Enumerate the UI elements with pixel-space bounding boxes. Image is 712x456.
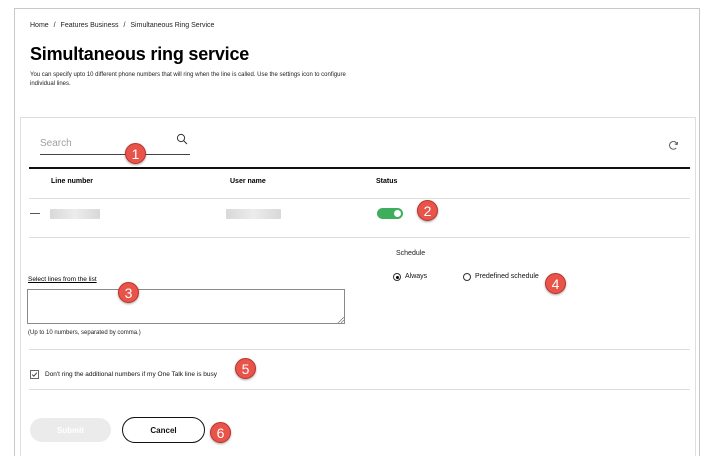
busy-checkbox[interactable] — [30, 370, 39, 379]
page-frame-left — [14, 8, 15, 456]
page-frame-top — [14, 8, 700, 9]
status-toggle[interactable] — [377, 208, 403, 219]
resize-grip-icon[interactable] — [338, 317, 344, 323]
breadcrumb-separator: / — [123, 22, 126, 29]
breadcrumb: Home / Features Business / Simultaneous … — [30, 22, 217, 29]
select-lines-link[interactable]: Select lines from the list — [28, 276, 97, 283]
page-title: Simultaneous ring service — [30, 44, 250, 64]
cancel-button[interactable]: Cancel — [122, 417, 205, 443]
table-header-divider — [29, 167, 690, 169]
callout-badge-2: 2 — [417, 200, 438, 221]
column-header-line-number: Line number — [51, 178, 94, 185]
radio-always-label: Always — [405, 273, 428, 280]
radio-predefined-schedule[interactable] — [463, 273, 471, 281]
search-box — [40, 132, 190, 155]
row-expand-dash — [30, 213, 40, 214]
section-divider — [29, 389, 690, 390]
table-row-divider — [29, 198, 690, 199]
submit-button[interactable]: Submit — [30, 418, 111, 442]
phone-numbers-textarea[interactable] — [27, 289, 345, 324]
section-divider — [29, 349, 690, 350]
breadcrumb-separator: / — [53, 22, 56, 29]
page-frame-right — [699, 8, 700, 456]
radio-predefined-schedule-label: Predefined schedule — [475, 273, 539, 280]
phone-numbers-hint: (Up to 10 numbers, separated by comma.) — [28, 330, 141, 336]
refresh-icon[interactable] — [668, 140, 679, 151]
table-bottom-divider — [29, 237, 690, 238]
breadcrumb-home[interactable]: Home — [30, 22, 49, 29]
breadcrumb-features-business[interactable]: Features Business — [61, 22, 119, 29]
schedule-label: Schedule — [396, 250, 426, 257]
callout-badge-6: 6 — [210, 422, 231, 443]
check-icon — [31, 372, 38, 377]
radio-always[interactable] — [393, 273, 401, 281]
callout-badge-1: 1 — [125, 143, 146, 164]
search-icon[interactable] — [176, 133, 188, 145]
callout-badge-5: 5 — [235, 358, 256, 379]
breadcrumb-current: Simultaneous Ring Service — [130, 22, 215, 29]
busy-checkbox-label: Don't ring the additional numbers if my … — [45, 371, 218, 378]
column-header-status: Status — [376, 178, 398, 185]
user-name-redacted — [226, 209, 281, 219]
line-number-redacted — [50, 209, 100, 219]
callout-badge-4: 4 — [545, 273, 566, 294]
callout-badge-3: 3 — [118, 282, 139, 303]
page-description: You can specify upto 10 different phone … — [30, 72, 346, 87]
column-header-user-name: User name — [230, 178, 266, 185]
toggle-knob — [394, 210, 401, 217]
